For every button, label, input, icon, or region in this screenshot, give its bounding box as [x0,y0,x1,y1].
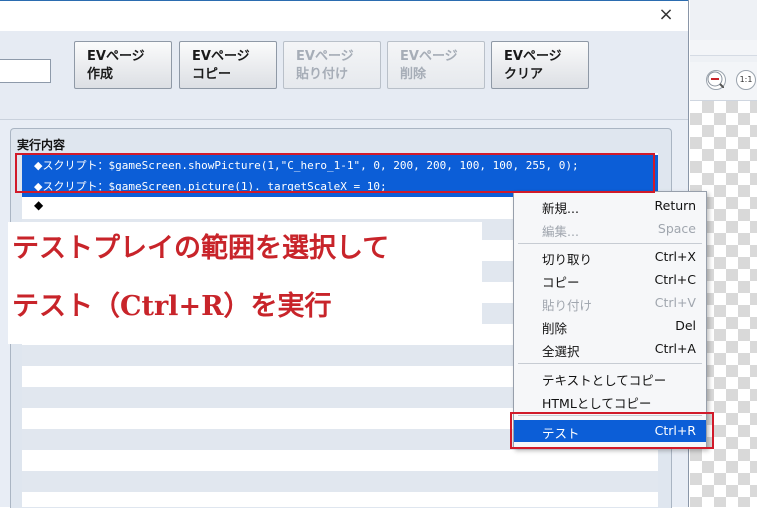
menu-item-cut[interactable]: 切り取り Ctrl+X [514,246,706,268]
menu-item-label: テキストとしてコピー [542,373,667,388]
annotation-line1: テストプレイの範囲を選択して [12,233,390,264]
menu-item-select-all[interactable]: 全選択 Ctrl+A [514,338,706,360]
menu-item-label: 編集... [542,224,579,239]
annotation-line2: テスト（Ctrl+R）を実行 [12,291,332,322]
empty-command-marker: ◆ [34,198,44,212]
button-label-line2: クリア [504,67,544,82]
menu-item-label: 新規... [542,201,579,216]
menu-item-delete[interactable]: 削除 Del [514,315,706,337]
editor-toolbar [690,40,757,56]
menu-item-copy-as-text[interactable]: テキストとしてコピー [514,367,706,389]
menu-item-shortcut: Ctrl+C [654,272,696,287]
ev-page-copy-button[interactable]: EVページ コピー [179,41,277,89]
menu-item-label: HTMLとしてコピー [542,396,652,411]
zoom-reset-button[interactable]: 1:1 [736,70,756,90]
menu-item-shortcut: Del [675,318,696,333]
menu-item-copy[interactable]: コピー Ctrl+C [514,269,706,291]
button-label-line1: EVページ [87,49,145,64]
menu-item-shortcut: Ctrl+A [654,341,696,356]
close-icon[interactable]: × [656,5,676,25]
menu-item-label: 切り取り [542,252,593,267]
menu-item-label: コピー [542,275,580,290]
ev-page-delete-button[interactable]: EVページ 削除 [387,41,485,89]
dialog-titlebar: × [0,0,688,31]
menu-item-shortcut: Space [657,221,696,236]
zoom-reset-label: 1:1 [739,75,753,84]
button-label-line1: EVページ [192,49,250,64]
context-menu: 新規... Return 編集... Space 切り取り Ctrl+X コピー… [513,191,707,449]
ev-page-create-button[interactable]: EVページ 作成 [74,41,172,89]
button-label-line2: 貼り付け [296,67,349,82]
menu-separator [518,243,702,244]
list-stripe [22,471,658,492]
selection-highlight-box [15,153,655,193]
test-item-highlight-box [510,412,714,449]
ev-page-clear-button[interactable]: EVページ クリア [491,41,589,89]
menu-item-label: 削除 [542,321,568,336]
menu-item-label: 貼り付け [542,298,593,313]
menu-item-copy-as-html[interactable]: HTMLとしてコピー [514,390,706,412]
button-label-line2: コピー [192,67,232,82]
menu-item-shortcut: Ctrl+V [654,295,696,310]
menu-item-label: 全選択 [542,344,580,359]
button-label-line1: EVページ [296,49,354,64]
editor-zoom-toolbar: 1:1 [690,62,757,101]
button-label-line2: 削除 [400,67,427,82]
menu-item-edit[interactable]: 編集... Space [514,218,706,240]
menu-separator [518,363,702,364]
button-label-line2: 作成 [87,67,114,82]
event-name-input[interactable] [0,59,51,83]
ev-page-paste-button[interactable]: EVページ 貼り付け [283,41,381,89]
menu-item-new[interactable]: 新規... Return [514,195,706,217]
menu-item-shortcut: Return [654,198,696,213]
tutorial-annotation: テストプレイの範囲を選択して テスト（Ctrl+R）を実行 [8,222,482,344]
zoom-out-icon[interactable] [706,70,726,90]
button-label-line1: EVページ [400,49,458,64]
contents-heading: 実行内容 [17,138,66,152]
menu-item-paste[interactable]: 貼り付け Ctrl+V [514,292,706,314]
button-label-line1: EVページ [504,49,562,64]
menu-item-shortcut: Ctrl+X [654,249,696,264]
